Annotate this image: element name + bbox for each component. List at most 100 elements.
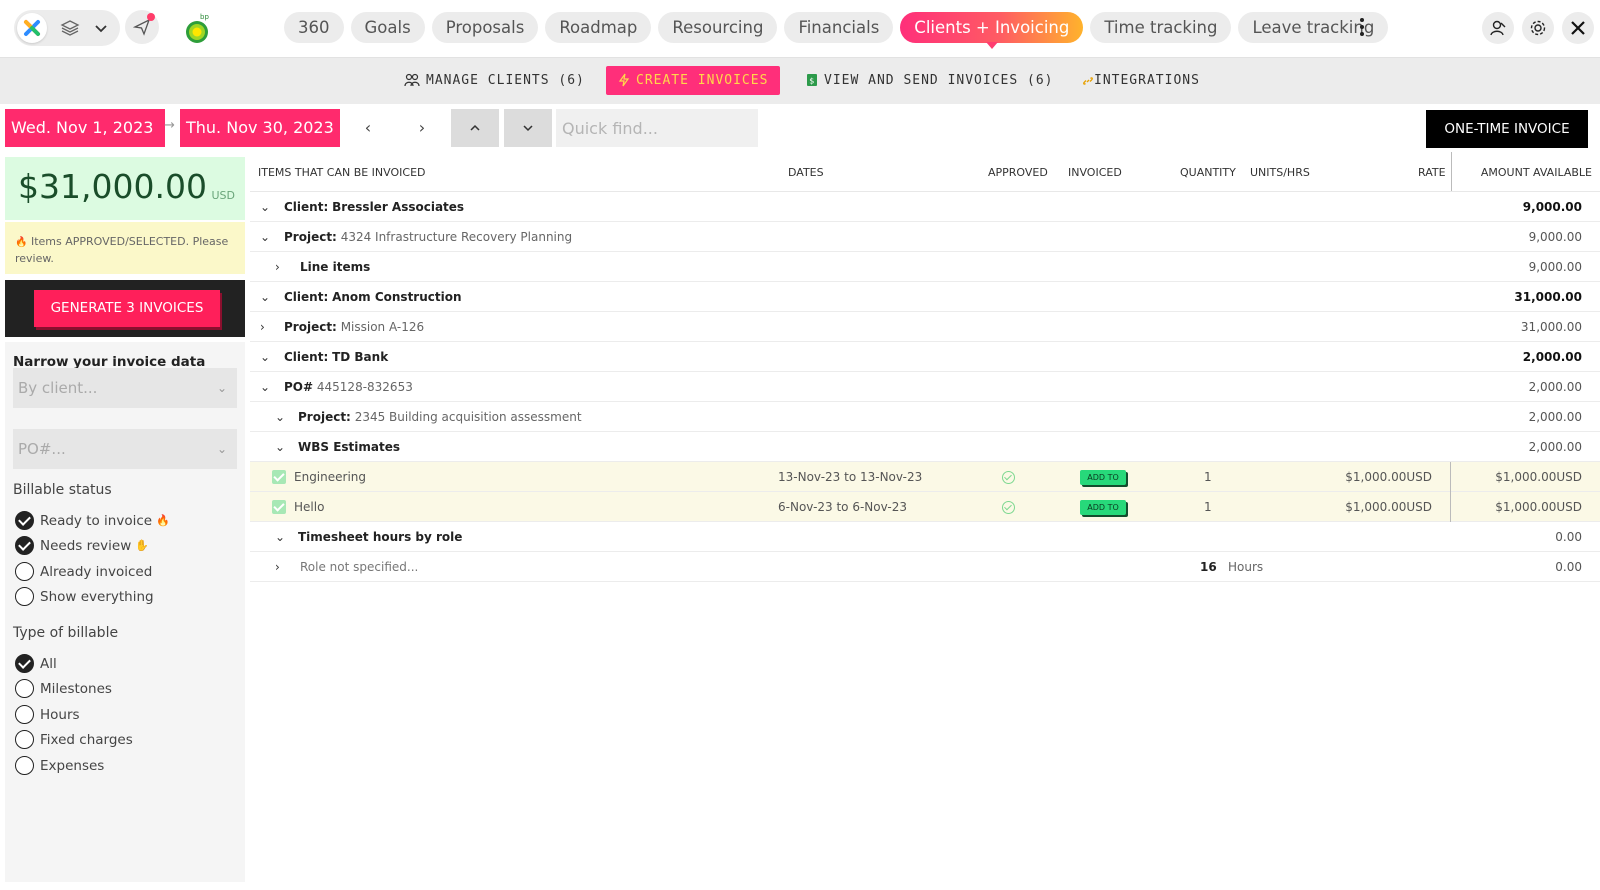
manage-clients-label: MANAGE CLIENTS (6)	[426, 73, 585, 88]
row-amount: 9,000.00	[1528, 260, 1582, 274]
add-to-invoice-button[interactable]: ADD TO	[1080, 500, 1126, 515]
chevron-right-icon[interactable]: ›	[275, 552, 289, 582]
tab-time-tracking[interactable]: Time tracking	[1090, 12, 1232, 43]
previous-period-button[interactable]: ‹	[342, 109, 394, 147]
row-dates: 6-Nov-23 to 6-Nov-23	[778, 500, 907, 514]
col-invoiced[interactable]: INVOICED	[1068, 166, 1122, 179]
row-name: Line items	[300, 260, 371, 274]
billable-item-row[interactable]: Hello 6-Nov-23 to 6-Nov-23 ADD TO 1 $1,0…	[250, 492, 1600, 522]
user-profile-button[interactable]	[1482, 12, 1514, 44]
selected-total: $31,000.00 USD	[5, 157, 245, 220]
one-time-invoice-button[interactable]: ONE-TIME INVOICE	[1426, 110, 1588, 148]
close-button[interactable]	[1562, 12, 1594, 44]
row-checkbox[interactable]	[272, 500, 286, 514]
tab-goals[interactable]: Goals	[350, 12, 425, 43]
app-logo-icon[interactable]	[17, 13, 47, 43]
table-row[interactable]: ⌄ Client: TD Bank 2,000.00	[250, 342, 1600, 372]
row-name: Hello	[294, 500, 325, 514]
table-row[interactable]: ⌄ Project: 2345 Building acquisition ass…	[250, 402, 1600, 432]
chevron-down-icon[interactable]: ⌄	[260, 222, 274, 252]
gear-icon	[1530, 20, 1546, 36]
col-amount[interactable]: AMOUNT AVAILABLE	[1481, 166, 1592, 179]
row-checkbox[interactable]	[272, 470, 286, 484]
po-filter-select[interactable]: PO#... ⌄	[13, 429, 237, 469]
start-date-picker[interactable]: Wed. Nov 1, 2023	[5, 109, 165, 147]
next-period-button[interactable]: ›	[396, 109, 448, 147]
billable-type-title: Type of billable	[13, 625, 119, 641]
integrations-label: INTEGRATIONS	[1094, 73, 1200, 88]
tab-view-send-invoices[interactable]: $ VIEW AND SEND INVOICES (6)	[794, 66, 1066, 95]
table-row[interactable]: › Project: Mission A-126 31,000.00	[250, 312, 1600, 342]
more-options-icon[interactable]	[1354, 14, 1370, 40]
col-approved[interactable]: APPROVED	[988, 166, 1048, 179]
table-row[interactable]: › Role not specified... 16 Hours 0.00	[250, 552, 1600, 582]
status-already-invoiced[interactable]: Already invoiced	[15, 561, 152, 582]
settings-button[interactable]	[1522, 12, 1554, 44]
add-to-invoice-button[interactable]: ADD TO	[1080, 470, 1126, 485]
table-row[interactable]: ⌄ PO# 445128-832653 2,000.00	[250, 372, 1600, 402]
tab-financials[interactable]: Financials	[784, 12, 894, 43]
row-amount: $1,000.00USD	[1495, 500, 1582, 514]
chevron-down-icon[interactable]: ⌄	[260, 192, 274, 222]
chevron-down-icon[interactable]: ⌄	[275, 432, 289, 462]
expand-all-button[interactable]	[504, 109, 552, 147]
tab-360[interactable]: 360	[284, 12, 344, 43]
table-row[interactable]: ⌄ Client: Bressler Associates 9,000.00	[250, 192, 1600, 222]
chevron-down-icon[interactable]: ⌄	[260, 282, 274, 312]
status-label: Needs review	[40, 538, 132, 554]
quick-find-input[interactable]	[556, 109, 758, 147]
chevron-down-icon: ⌄	[216, 381, 227, 395]
table-row[interactable]: ⌄ Client: Anom Construction 31,000.00	[250, 282, 1600, 312]
col-quantity[interactable]: QUANTITY	[1180, 166, 1236, 179]
chevron-down-icon[interactable]	[94, 20, 108, 39]
table-row[interactable]: ⌄ WBS Estimates 2,000.00	[250, 432, 1600, 462]
tab-clients-invoicing[interactable]: Clients + Invoicing	[900, 12, 1084, 49]
tab-proposals[interactable]: Proposals	[431, 12, 539, 43]
chevron-right-icon[interactable]: ›	[275, 252, 289, 282]
tab-integrations[interactable]: INTEGRATIONS	[1070, 66, 1212, 95]
po-filter-placeholder: PO#...	[18, 440, 66, 458]
col-rate[interactable]: RATE	[1418, 166, 1446, 179]
app-switcher[interactable]	[14, 10, 120, 46]
chevron-down-icon[interactable]: ⌄	[260, 342, 274, 372]
invoicing-subnav: MANAGE CLIENTS (6) CREATE INVOICES $ VIEW…	[0, 58, 1600, 104]
status-show-everything[interactable]: Show everything	[15, 586, 154, 607]
col-units[interactable]: UNITS/HRS	[1250, 166, 1310, 179]
status-ready-to-invoice[interactable]: Ready to invoice 🔥	[15, 510, 170, 531]
type-expenses[interactable]: Expenses	[15, 755, 104, 776]
type-label: Fixed charges	[40, 732, 133, 748]
row-amount: 9,000.00	[1522, 200, 1582, 214]
chevron-down-icon[interactable]: ⌄	[275, 402, 289, 432]
end-date-picker[interactable]: Thu. Nov 30, 2023	[180, 109, 340, 147]
send-button[interactable]	[125, 10, 159, 44]
invoice-icon: $	[807, 74, 817, 86]
tab-resourcing[interactable]: Resourcing	[658, 12, 778, 43]
type-fixed-charges[interactable]: Fixed charges	[15, 729, 133, 750]
row-name: 4324 Infrastructure Recovery Planning	[340, 230, 573, 244]
tab-roadmap[interactable]: Roadmap	[545, 12, 652, 43]
status-needs-review[interactable]: Needs review ✋	[15, 535, 149, 556]
tab-create-invoices[interactable]: CREATE INVOICES	[606, 66, 781, 95]
chevron-right-icon[interactable]: ›	[260, 312, 274, 342]
billable-item-row[interactable]: Engineering 13-Nov-23 to 13-Nov-23 ADD T…	[250, 462, 1600, 492]
type-milestones[interactable]: Milestones	[15, 678, 112, 699]
type-hours[interactable]: Hours	[15, 704, 80, 725]
chevron-down-icon[interactable]: ⌄	[260, 372, 274, 402]
collapse-all-button[interactable]	[451, 109, 499, 147]
client-filter-select[interactable]: By client... ⌄	[13, 368, 237, 408]
layers-icon[interactable]	[60, 18, 80, 42]
table-header: ITEMS THAT CAN BE INVOICED DATES APPROVE…	[250, 152, 1600, 192]
table-row[interactable]: › Line items 9,000.00	[250, 252, 1600, 282]
table-row[interactable]: ⌄ Timesheet hours by role 0.00	[250, 522, 1600, 552]
approved-check-icon	[1002, 501, 1015, 514]
checked-icon	[15, 510, 34, 530]
chevron-down-icon[interactable]: ⌄	[275, 522, 289, 552]
table-row[interactable]: ⌄ Project: 4324 Infrastructure Recovery …	[250, 222, 1600, 252]
col-dates[interactable]: DATES	[788, 166, 824, 179]
type-all[interactable]: All	[15, 653, 57, 674]
tab-manage-clients[interactable]: MANAGE CLIENTS (6)	[392, 66, 597, 95]
billable-status-title: Billable status	[13, 482, 112, 498]
generate-invoices-button[interactable]: GENERATE 3 INVOICES	[34, 290, 220, 327]
row-name: Timesheet hours by role	[298, 530, 463, 544]
col-items[interactable]: ITEMS THAT CAN BE INVOICED	[258, 166, 426, 179]
